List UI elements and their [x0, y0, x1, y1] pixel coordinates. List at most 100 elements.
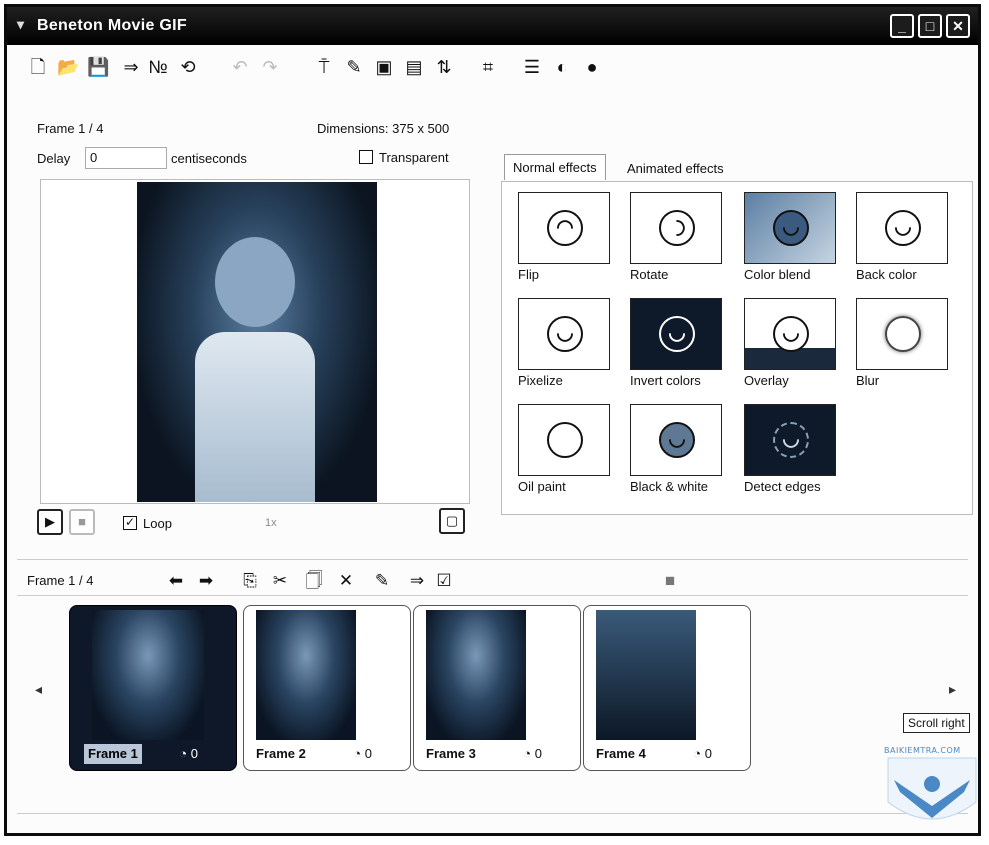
select-all-icon[interactable]: ☑	[433, 570, 455, 592]
blur-face-icon	[856, 298, 948, 370]
effect-flip[interactable]: ◡ Flip	[518, 192, 614, 282]
effect-pixelize[interactable]: ◡ Pixelize	[518, 298, 614, 388]
delete-icon[interactable]: ✕	[335, 570, 357, 592]
close-button[interactable]: ✕	[946, 14, 970, 38]
transparent-label: Transparent	[379, 150, 449, 165]
preview-image	[137, 182, 377, 502]
new-icon[interactable]: 🗋	[27, 55, 49, 79]
app-menu-icon[interactable]: ▾	[17, 16, 24, 33]
tab-animated-effects[interactable]: Animated effects	[619, 156, 732, 182]
frame-counter: Frame 1 / 4	[37, 121, 104, 136]
back-color-face-icon: ◡	[856, 192, 948, 264]
effect-rotate[interactable]: ◡ Rotate	[630, 192, 726, 282]
oil-paint-face-icon	[518, 404, 610, 476]
bw-face-icon: ◡	[630, 404, 722, 476]
maximize-button[interactable]: □	[918, 14, 942, 38]
frame-thumbnail[interactable]: Frame 1 ◔ 0	[69, 605, 237, 771]
cut-icon[interactable]: ✂	[269, 570, 291, 592]
frame-delay: ◔ 0	[179, 746, 198, 761]
edit-frame-icon[interactable]: ✎	[343, 55, 365, 79]
insert-frame-icon[interactable]: ⍑	[313, 55, 335, 79]
dimensions-label: Dimensions: 375 x 500	[317, 121, 450, 136]
delay-input[interactable]: 0	[85, 147, 167, 169]
tab-normal-effects[interactable]: Normal effects	[504, 154, 606, 180]
stop-button[interactable]: ■	[69, 509, 95, 535]
effect-detect-edges[interactable]: ◡ Detect edges	[744, 404, 840, 494]
rotate-face-icon: ◡	[630, 192, 722, 264]
undo-icon[interactable]: ↶	[229, 55, 251, 79]
window-title: Beneton Movie GIF	[37, 17, 187, 34]
frame-thumbnail[interactable]: Frame 4 ◔ 0	[583, 605, 751, 771]
loop-checkbox[interactable]: ✓	[123, 516, 137, 530]
effects-panel: ◡ Flip ◡ Rotate ◡ Color blend ◡ Back col…	[501, 181, 973, 515]
timer-icon: ◔	[693, 746, 705, 761]
loop-label: Loop	[143, 516, 172, 531]
minimize-button[interactable]: _	[890, 14, 914, 38]
save-icon[interactable]: 💾	[87, 55, 109, 79]
timer-icon: ◔	[353, 746, 365, 761]
export-icon[interactable]: ⇒	[117, 55, 145, 79]
numbering-icon[interactable]: №	[147, 55, 169, 79]
frame-image	[426, 610, 526, 740]
app-window: ▾ Beneton Movie GIF _ □ ✕ 🗋 📂 💾 ⇒ № ⟲ ↶ …	[4, 4, 981, 836]
export-frame-icon[interactable]: ⇒	[403, 570, 431, 592]
scroll-right-tooltip: Scroll right	[903, 713, 970, 733]
main-toolbar: 🗋 📂 💾 ⇒ № ⟲ ↶ ↷ ⍑ ✎ ▣ ▤ ⇅ ⌗ ☰ ◐ ●	[21, 55, 964, 83]
frame-image	[596, 610, 696, 740]
frame-thumbnail[interactable]: Frame 3 ◔ 0	[413, 605, 581, 771]
effect-overlay[interactable]: ◡ Overlay	[744, 298, 840, 388]
web-icon[interactable]: ●	[581, 55, 603, 79]
title-bar: ▾ Beneton Movie GIF _ □ ✕	[7, 7, 978, 45]
divider	[17, 813, 968, 814]
frame-delay: ◔ 0	[523, 746, 542, 761]
effect-blur[interactable]: Blur	[856, 298, 952, 388]
frame-image	[256, 610, 356, 740]
frame-image	[92, 610, 204, 740]
play-button[interactable]: ▶	[37, 509, 63, 535]
strip-frame-counter: Frame 1 / 4	[27, 573, 94, 588]
divider	[17, 595, 968, 596]
list-icon[interactable]: ☰	[521, 55, 543, 79]
frame-delay: ◔ 0	[353, 746, 372, 761]
effect-back-color[interactable]: ◡ Back color	[856, 192, 952, 282]
speed-label: 1x	[265, 517, 277, 529]
frame-numbers-icon[interactable]: ⇅	[433, 55, 455, 79]
effect-oil-paint[interactable]: Oil paint	[518, 404, 614, 494]
frame-label: Frame 2	[256, 746, 306, 761]
save-frame-icon[interactable]: ■	[659, 570, 681, 592]
paste-icon[interactable]: 🗍	[303, 570, 325, 592]
frame-label: Frame 4	[596, 746, 646, 761]
frame-props-icon[interactable]: ▤	[403, 55, 425, 79]
color-blend-face-icon: ◡	[744, 192, 836, 264]
scroll-left-arrow[interactable]: ◂	[35, 681, 42, 698]
refresh-icon[interactable]: ⟲	[177, 55, 199, 79]
edges-face-icon: ◡	[744, 404, 836, 476]
frame-preview	[40, 179, 470, 504]
frame-icon[interactable]: ▣	[373, 55, 395, 79]
invert-face-icon: ◡	[630, 298, 722, 370]
overlay-face-icon: ◡	[744, 298, 836, 370]
scroll-right-arrow[interactable]: ▸	[949, 681, 956, 698]
redo-icon[interactable]: ↷	[259, 55, 281, 79]
open-icon[interactable]: 📂	[57, 55, 79, 79]
divider	[17, 559, 968, 560]
frame-label: Frame 1	[84, 744, 142, 764]
effect-black-white[interactable]: ◡ Black & white	[630, 404, 726, 494]
transparent-checkbox[interactable]	[359, 150, 373, 164]
timer-icon: ◔	[523, 746, 535, 761]
delay-unit-label: centiseconds	[171, 151, 247, 166]
delay-label: Delay	[37, 151, 71, 166]
next-frame-icon[interactable]: ➡	[195, 570, 217, 592]
copy-icon[interactable]: ⎘	[239, 570, 261, 592]
resize-icon[interactable]: ⌗	[477, 55, 499, 79]
watermark-logo: BAIKIEMTRA.COM	[884, 744, 980, 836]
frame-delay: ◔ 0	[693, 746, 712, 761]
fullscreen-button[interactable]: ▢	[439, 508, 465, 534]
previous-frame-icon[interactable]: ⬅	[165, 570, 187, 592]
effect-color-blend[interactable]: ◡ Color blend	[744, 192, 840, 282]
timer-icon: ◔	[179, 746, 191, 761]
edit-icon[interactable]: ✎	[371, 570, 393, 592]
effects-icon[interactable]: ◐	[551, 55, 573, 79]
effect-invert-colors[interactable]: ◡ Invert colors	[630, 298, 726, 388]
frame-thumbnail[interactable]: Frame 2 ◔ 0	[243, 605, 411, 771]
